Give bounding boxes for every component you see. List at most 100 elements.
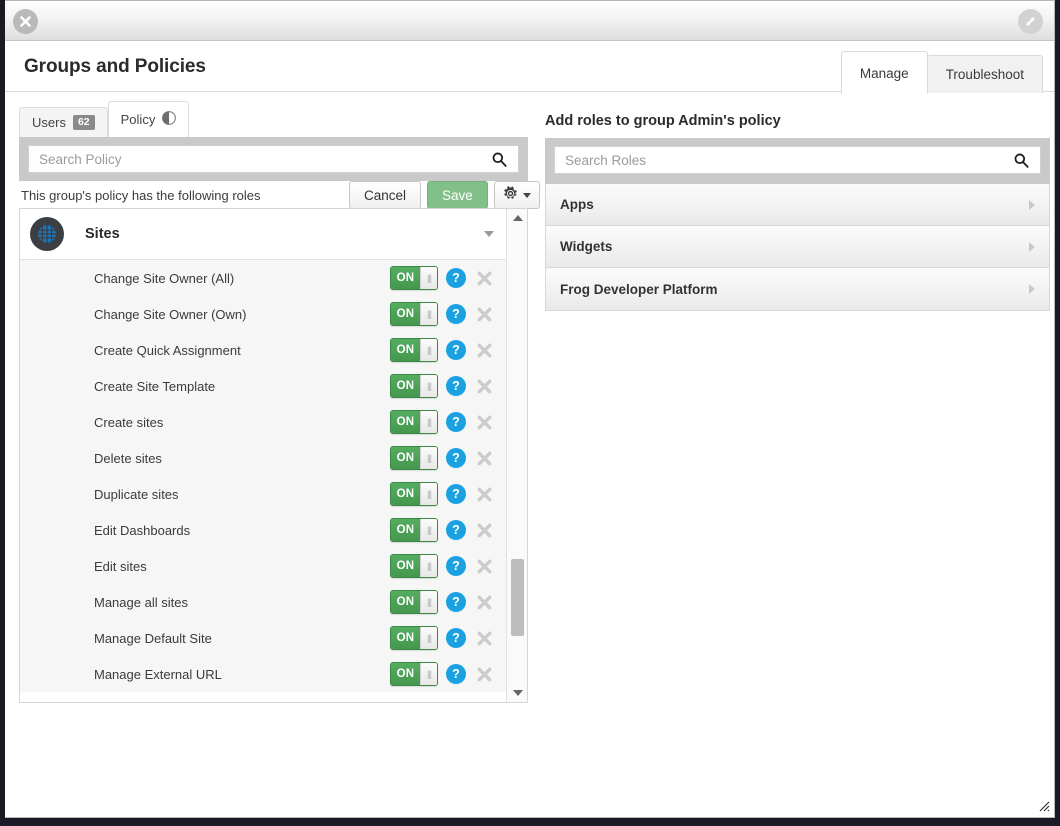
remove-icon[interactable] [474,628,494,648]
policy-toggle[interactable]: ON ||| [390,266,438,290]
policy-toggle[interactable]: ON ||| [390,374,438,398]
tab-troubleshoot[interactable]: Troubleshoot [926,55,1043,93]
role-category-row[interactable]: Widgets [546,226,1049,268]
policy-row: Duplicate sites ON |||? [20,476,506,512]
policy-row: Create Site Template ON |||? [20,368,506,404]
help-icon[interactable]: ? [446,484,466,504]
remove-icon[interactable] [474,448,494,468]
toggle-state-label: ON [391,519,420,541]
sub-tab-policy-label: Policy [120,112,156,127]
scroll-up-icon[interactable] [507,209,527,227]
help-icon[interactable]: ? [446,340,466,360]
remove-icon[interactable] [474,376,494,396]
remove-icon[interactable] [474,268,494,288]
chevron-down-icon[interactable] [484,231,494,237]
maximize-icon[interactable] [1018,9,1043,34]
cancel-button[interactable]: Cancel [349,181,422,209]
policy-row-controls: ON |||? [390,482,494,506]
toggle-knob[interactable]: ||| [420,447,437,469]
scrollbar-thumb[interactable] [511,559,524,636]
policy-toggle[interactable]: ON ||| [390,554,438,578]
policy-toggle[interactable]: ON ||| [390,590,438,614]
resize-grip-icon[interactable] [1036,798,1050,812]
toggle-knob[interactable]: ||| [420,339,437,361]
remove-icon[interactable] [474,520,494,540]
remove-icon[interactable] [474,304,494,324]
toggle-state-label: ON [391,483,420,505]
policy-scrollbar[interactable] [506,209,527,702]
policy-row-controls: ON |||? [390,302,494,326]
group-header-sites[interactable]: Sites [20,209,506,260]
search-icon[interactable] [491,151,508,168]
toggle-knob[interactable]: ||| [420,627,437,649]
policy-row-list: Change Site Owner (All) ON |||? Change Site… [20,260,506,692]
help-icon[interactable]: ? [446,376,466,396]
policy-row-controls: ON |||? [390,446,494,470]
policy-row-controls: ON |||? [390,338,494,362]
policy-scroll-area: Sites Change Site Owner (All) ON |||? Chang… [20,209,506,702]
policy-toggle[interactable]: ON ||| [390,518,438,542]
policy-toggle[interactable]: ON ||| [390,302,438,326]
toggle-knob[interactable]: ||| [420,555,437,577]
policy-toggle[interactable]: ON ||| [390,410,438,434]
remove-icon[interactable] [474,484,494,504]
policy-row-controls: ON |||? [390,374,494,398]
window-frame: Groups and Policies Manage Troubleshoot … [0,0,1060,826]
search-roles-input[interactable] [555,147,1013,173]
policy-toggle[interactable]: ON ||| [390,662,438,686]
search-policy-input[interactable] [29,146,491,172]
remove-icon[interactable] [474,340,494,360]
window-title-bar [5,1,1054,41]
policy-toggle[interactable]: ON ||| [390,626,438,650]
help-icon[interactable]: ? [446,556,466,576]
policy-row-label: Change Site Owner (All) [94,270,235,286]
toggle-knob[interactable]: ||| [420,663,437,685]
remove-icon[interactable] [474,556,494,576]
toggle-state-label: ON [391,591,420,613]
save-button[interactable]: Save [427,181,488,209]
help-icon[interactable]: ? [446,448,466,468]
toggle-knob[interactable]: ||| [420,411,437,433]
tab-manage[interactable]: Manage [840,51,928,94]
help-icon[interactable]: ? [446,664,466,684]
toggle-knob[interactable]: ||| [420,267,437,289]
chevron-right-icon [1029,199,1035,210]
policy-row-label: Manage Default Site [94,630,212,646]
policy-toggle[interactable]: ON ||| [390,482,438,506]
role-category-label: Widgets [560,239,613,254]
policy-toggle[interactable]: ON ||| [390,446,438,470]
help-icon[interactable]: ? [446,412,466,432]
help-icon[interactable]: ? [446,520,466,540]
sub-tab-users[interactable]: Users 62 [19,107,108,137]
toggle-state-label: ON [391,411,420,433]
remove-icon[interactable] [474,412,494,432]
role-category-label: Frog Developer Platform [560,281,718,297]
policy-row: Create sites ON |||? [20,404,506,440]
sub-tab-policy[interactable]: Policy [107,101,190,137]
policy-row: Change Site Owner (Own) ON |||? [20,296,506,332]
toggle-state-label: ON [391,303,420,325]
role-category-row[interactable]: Frog Developer Platform [546,268,1049,310]
policy-row-label: Change Site Owner (Own) [94,306,247,322]
toggle-knob[interactable]: ||| [420,483,437,505]
remove-icon[interactable] [474,592,494,612]
policy-search-box[interactable] [28,145,519,173]
scroll-down-icon[interactable] [507,684,527,702]
toggle-knob[interactable]: ||| [420,303,437,325]
toggle-knob[interactable]: ||| [420,519,437,541]
role-category-row[interactable]: Apps [546,184,1049,226]
toggle-knob[interactable]: ||| [420,591,437,613]
close-icon[interactable] [13,9,38,34]
policy-toggle[interactable]: ON ||| [390,338,438,362]
policy-row: Delete sites ON |||? [20,440,506,476]
help-icon[interactable]: ? [446,592,466,612]
settings-menu-button[interactable] [493,181,540,209]
roles-search-box[interactable] [554,146,1041,174]
help-icon[interactable]: ? [446,628,466,648]
help-icon[interactable]: ? [446,304,466,324]
search-icon[interactable] [1013,152,1030,169]
tab-troubleshoot-label: Troubleshoot [945,67,1024,82]
remove-icon[interactable] [474,664,494,684]
help-icon[interactable]: ? [446,268,466,288]
toggle-knob[interactable]: ||| [420,375,437,397]
